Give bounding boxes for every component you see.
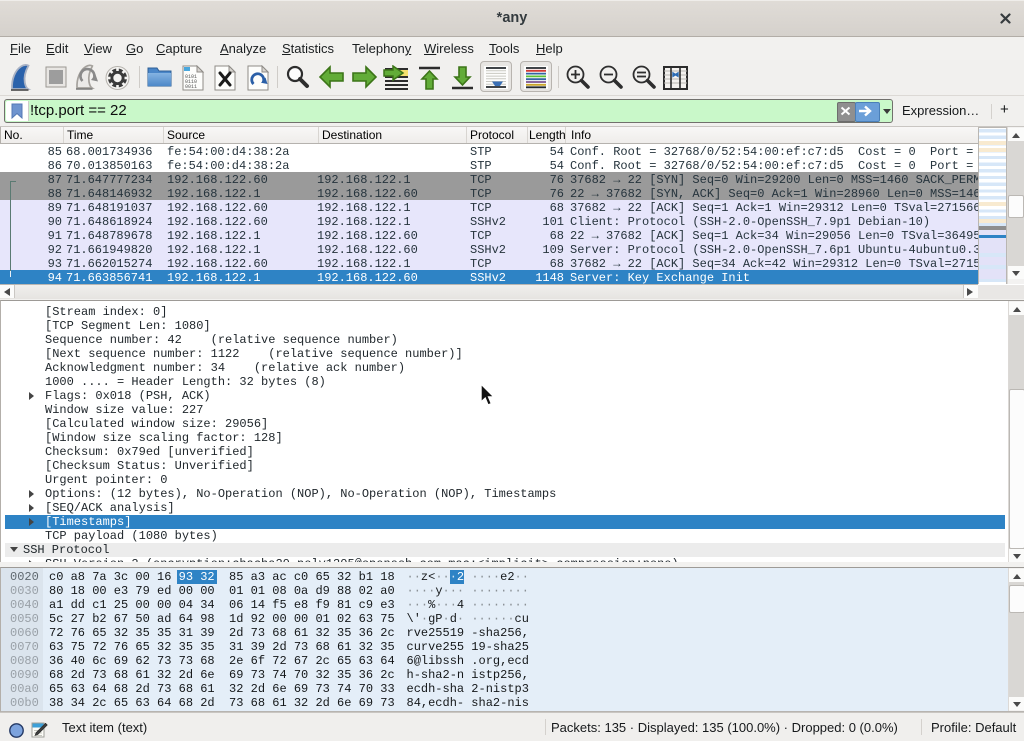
- svg-text:0011: 0011: [185, 84, 197, 90]
